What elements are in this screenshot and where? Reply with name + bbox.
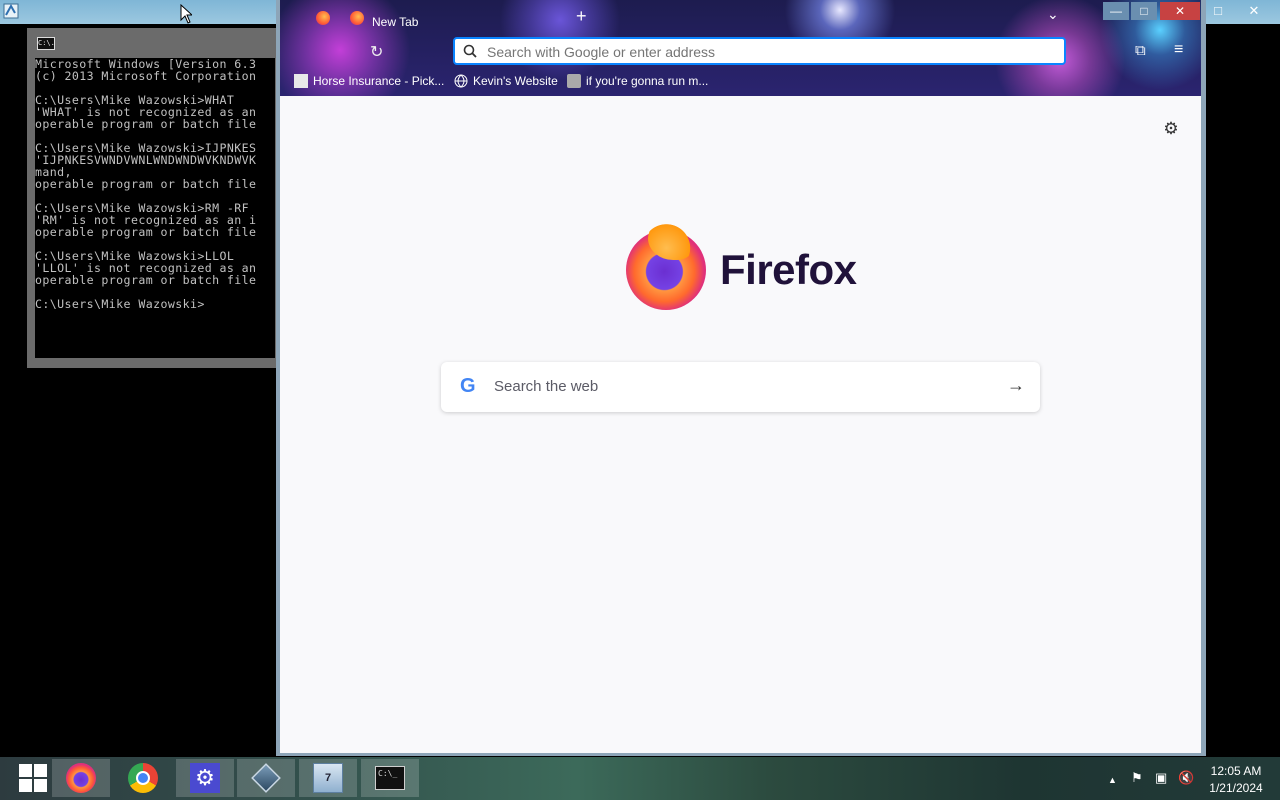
bookmark-kevins-website[interactable]: Kevin's Website bbox=[454, 74, 558, 92]
bookmark-label: if you're gonna run m... bbox=[586, 74, 709, 88]
taskbar-firefox[interactable] bbox=[52, 759, 110, 797]
clock[interactable]: 12:05 AM 1/21/2024 bbox=[1196, 763, 1276, 797]
globe-icon bbox=[454, 74, 468, 88]
address-input[interactable] bbox=[485, 42, 1049, 62]
firefox-icon bbox=[66, 763, 96, 793]
clock-time: 12:05 AM bbox=[1210, 764, 1262, 778]
minimize-button[interactable]: — bbox=[1103, 2, 1129, 20]
bookmark-label: Horse Insurance - Pick... bbox=[313, 74, 445, 88]
taskbar-windows7[interactable]: 7 bbox=[299, 759, 357, 797]
console-line: C:\Users\Mike Wazowski> bbox=[35, 297, 205, 311]
address-bar[interactable] bbox=[453, 37, 1066, 65]
cmd-icon: C:\. bbox=[37, 37, 55, 50]
google-icon: G bbox=[460, 375, 476, 397]
page-icon bbox=[294, 74, 308, 88]
taskbar-virtualbox[interactable] bbox=[237, 759, 295, 797]
firefox-window[interactable]: New Tab + ⌄ — □ ✕ ↻ ⧉ ≡ Horse Insurance … bbox=[276, 0, 1206, 756]
close-button[interactable]: ✕ bbox=[1160, 2, 1200, 20]
new-tab-page: ⚙ Firefox G Search the web → bbox=[280, 96, 1201, 753]
volume-muted-icon[interactable]: 🔇 bbox=[1178, 770, 1194, 786]
firefox-view-icon[interactable] bbox=[316, 11, 330, 25]
virtualbox-icon bbox=[251, 763, 281, 793]
search-arrow-icon[interactable]: → bbox=[1007, 375, 1025, 396]
cmd-window[interactable]: C:\. Microsoft Windows [Version 6.3 (c) 2… bbox=[27, 28, 282, 368]
list-all-tabs-button[interactable]: ⌄ bbox=[1047, 6, 1059, 23]
console-line: operable program or batch file bbox=[35, 273, 257, 287]
console-line: (c) 2013 Microsoft Corporation bbox=[35, 69, 257, 83]
search-placeholder: Search the web bbox=[494, 378, 599, 395]
search-icon bbox=[463, 44, 477, 58]
clock-date: 1/21/2024 bbox=[1209, 781, 1263, 795]
network-icon[interactable]: ▣ bbox=[1155, 770, 1167, 786]
new-tab-button[interactable]: + bbox=[576, 6, 587, 27]
console-line: operable program or batch file bbox=[35, 177, 257, 191]
tab-title: New Tab bbox=[372, 15, 419, 29]
bookmark-image-icon bbox=[567, 74, 581, 88]
hamburger-menu-icon[interactable]: ≡ bbox=[1174, 41, 1183, 59]
windows7-icon: 7 bbox=[313, 763, 343, 793]
app-icon bbox=[3, 3, 19, 19]
chrome-icon bbox=[128, 763, 158, 793]
web-search-box[interactable]: G Search the web → bbox=[441, 362, 1040, 412]
bookmark-label: Kevin's Website bbox=[473, 74, 558, 88]
bookmark-gonna-run[interactable]: if you're gonna run m... bbox=[567, 74, 708, 92]
firefox-wordmark: Firefox bbox=[720, 246, 857, 293]
console-line: operable program or batch file bbox=[35, 225, 257, 239]
taskbar-chrome[interactable] bbox=[114, 759, 172, 797]
settings-icon: ⚙ bbox=[190, 763, 220, 793]
taskbar-cmd[interactable]: C:\_ bbox=[361, 759, 419, 797]
taskbar-settings[interactable]: ⚙ bbox=[176, 759, 234, 797]
firefox-logo-icon bbox=[626, 220, 706, 310]
maximize-button[interactable]: □ bbox=[1131, 2, 1157, 20]
settings-gear-icon[interactable]: ⚙ bbox=[1162, 120, 1180, 138]
reload-button[interactable]: ↻ bbox=[370, 42, 383, 62]
taskbar: ⚙ 7 C:\_ bbox=[0, 757, 1280, 800]
tab-new-tab[interactable]: New Tab bbox=[334, 4, 454, 32]
restore-button[interactable]: □ bbox=[1204, 2, 1232, 20]
console-line: operable program or batch file bbox=[35, 117, 257, 131]
extensions-icon[interactable]: ⧉ bbox=[1135, 42, 1146, 59]
tray-overflow-chevron-icon[interactable]: ▲ bbox=[1108, 775, 1117, 785]
cmd-icon: C:\_ bbox=[375, 766, 405, 790]
firefox-tab-icon bbox=[350, 11, 364, 25]
firefox-toolbar: New Tab + ⌄ — □ ✕ ↻ ⧉ ≡ Horse Insurance … bbox=[280, 0, 1201, 96]
windows-logo-icon bbox=[19, 764, 47, 792]
action-center-flag-icon[interactable]: ⚑ bbox=[1131, 770, 1143, 786]
close-button[interactable]: ✕ bbox=[1240, 2, 1268, 20]
bookmark-horse-insurance[interactable]: Horse Insurance - Pick... bbox=[294, 74, 444, 92]
cmd-titlebar[interactable]: C:\. bbox=[27, 28, 282, 56]
mouse-cursor-icon bbox=[180, 4, 192, 24]
cmd-console[interactable]: Microsoft Windows [Version 6.3 (c) 2013 M… bbox=[35, 58, 275, 358]
